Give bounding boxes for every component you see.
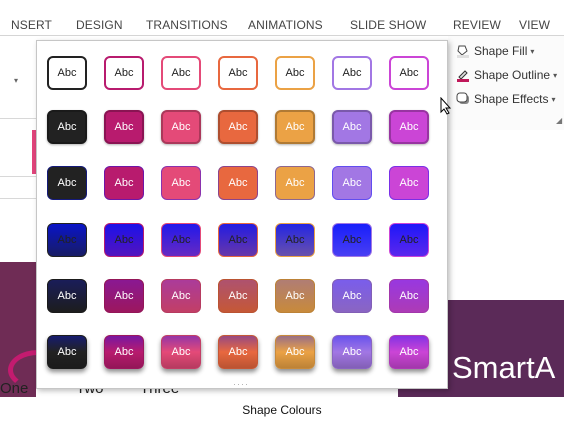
chevron-down-icon: ▾ xyxy=(553,70,558,80)
style-swatch-glossy[interactable]: Abc xyxy=(47,335,87,369)
tab-insert[interactable]: NSERT xyxy=(11,18,52,32)
style-swatch-light-gradient[interactable]: Abc xyxy=(47,223,87,257)
shape-fill-button[interactable]: Shape Fill ▾ xyxy=(456,42,534,60)
shape-outline-label: Shape Outline xyxy=(474,68,551,82)
divider xyxy=(0,176,36,177)
slide-title: SmartA xyxy=(452,350,556,385)
style-swatch-dark-gradient[interactable]: Abc xyxy=(47,279,87,313)
divider xyxy=(0,118,36,119)
chevron-down-icon[interactable]: ▾ xyxy=(14,76,18,85)
style-swatch-dark-gradient[interactable]: Abc xyxy=(332,279,372,313)
shape-styles-group: Shape Fill ▾ Shape Outline ▾ Shape Effec… xyxy=(448,36,564,130)
style-swatch-light-gradient[interactable]: Abc xyxy=(218,223,258,257)
style-swatch-glossy[interactable]: Abc xyxy=(104,335,144,369)
style-swatch-solid[interactable]: Abc xyxy=(275,110,315,144)
tab-review[interactable]: REVIEW xyxy=(453,18,501,32)
resize-grip-icon[interactable]: ···· xyxy=(233,379,249,389)
style-swatch-solid[interactable]: Abc xyxy=(47,110,87,144)
style-swatch-glossy[interactable]: Abc xyxy=(389,335,429,369)
shape-effects-icon xyxy=(456,92,470,106)
style-swatch-outline[interactable]: Abc xyxy=(104,56,144,90)
shape-outline-button[interactable]: Shape Outline ▾ xyxy=(456,66,557,84)
style-swatch-dark-gradient[interactable]: Abc xyxy=(389,279,429,313)
shape-effects-label: Shape Effects xyxy=(474,92,549,106)
tab-animations[interactable]: ANIMATIONS xyxy=(248,18,323,32)
style-swatch-dark-gradient[interactable]: Abc xyxy=(218,279,258,313)
style-swatch-solid[interactable]: Abc xyxy=(161,110,201,144)
divider xyxy=(0,198,36,199)
style-swatch-outline[interactable]: Abc xyxy=(161,56,201,90)
style-swatch-flat[interactable]: Abc xyxy=(275,166,315,200)
mouse-pointer-icon xyxy=(440,96,452,115)
style-swatch-flat[interactable]: Abc xyxy=(161,166,201,200)
style-swatch-outline[interactable]: Abc xyxy=(332,56,372,90)
shape-styles-gallery: ···· Abc Abc Abc Abc Abc Abc Abc Abc Abc Abc Abc Ab… xyxy=(36,40,448,389)
style-swatch-glossy[interactable]: Abc xyxy=(332,335,372,369)
chevron-down-icon: ▾ xyxy=(530,46,535,56)
style-swatch-solid[interactable]: Abc xyxy=(218,110,258,144)
style-swatch-light-gradient[interactable]: Abc xyxy=(389,223,429,257)
style-swatch-light-gradient[interactable]: Abc xyxy=(161,223,201,257)
style-swatch-outline[interactable]: Abc xyxy=(218,56,258,90)
figure-caption: Shape Colours xyxy=(242,403,322,417)
pencil-icon xyxy=(456,68,470,82)
smartart-text: One xyxy=(0,380,29,397)
style-swatch-glossy[interactable]: Abc xyxy=(275,335,315,369)
style-swatch-flat[interactable]: Abc xyxy=(218,166,258,200)
style-swatch-flat[interactable]: Abc xyxy=(389,166,429,200)
tab-view[interactable]: VIEW xyxy=(519,18,550,32)
shape-effects-button[interactable]: Shape Effects ▾ xyxy=(456,90,556,108)
style-swatch-flat[interactable]: Abc xyxy=(332,166,372,200)
tab-transitions[interactable]: TRANSITIONS xyxy=(146,18,228,32)
style-swatch-dark-gradient[interactable]: Abc xyxy=(161,279,201,313)
style-swatch-light-gradient[interactable]: Abc xyxy=(275,223,315,257)
tab-slide-show[interactable]: SLIDE SHOW xyxy=(350,18,426,32)
style-swatch-outline[interactable]: Abc xyxy=(275,56,315,90)
style-swatch-light-gradient[interactable]: Abc xyxy=(104,223,144,257)
style-swatch-dark-gradient[interactable]: Abc xyxy=(275,279,315,313)
style-swatch-glossy[interactable]: Abc xyxy=(218,335,258,369)
powerpoint-window: NSERT DESIGN TRANSITIONS ANIMATIONS SLID… xyxy=(0,0,564,397)
style-swatch-dark-gradient[interactable]: Abc xyxy=(104,279,144,313)
tab-design[interactable]: DESIGN xyxy=(76,18,123,32)
style-swatch-flat[interactable]: Abc xyxy=(47,166,87,200)
shape-fill-label: Shape Fill xyxy=(474,44,528,58)
style-swatch-glossy[interactable]: Abc xyxy=(161,335,201,369)
paint-bucket-icon xyxy=(456,44,470,58)
style-swatch-outline[interactable]: Abc xyxy=(389,56,429,90)
chevron-down-icon: ▾ xyxy=(551,94,556,104)
style-swatch-solid[interactable]: Abc xyxy=(389,110,429,144)
ribbon-tab-bar: NSERT DESIGN TRANSITIONS ANIMATIONS SLID… xyxy=(0,0,564,36)
style-swatch-solid[interactable]: Abc xyxy=(104,110,144,144)
style-swatch-outline[interactable]: Abc xyxy=(47,56,87,90)
style-swatch-solid[interactable]: Abc xyxy=(332,110,372,144)
dialog-launcher-icon[interactable]: ◢ xyxy=(556,116,562,125)
style-swatch-light-gradient[interactable]: Abc xyxy=(332,223,372,257)
style-swatch-flat[interactable]: Abc xyxy=(104,166,144,200)
